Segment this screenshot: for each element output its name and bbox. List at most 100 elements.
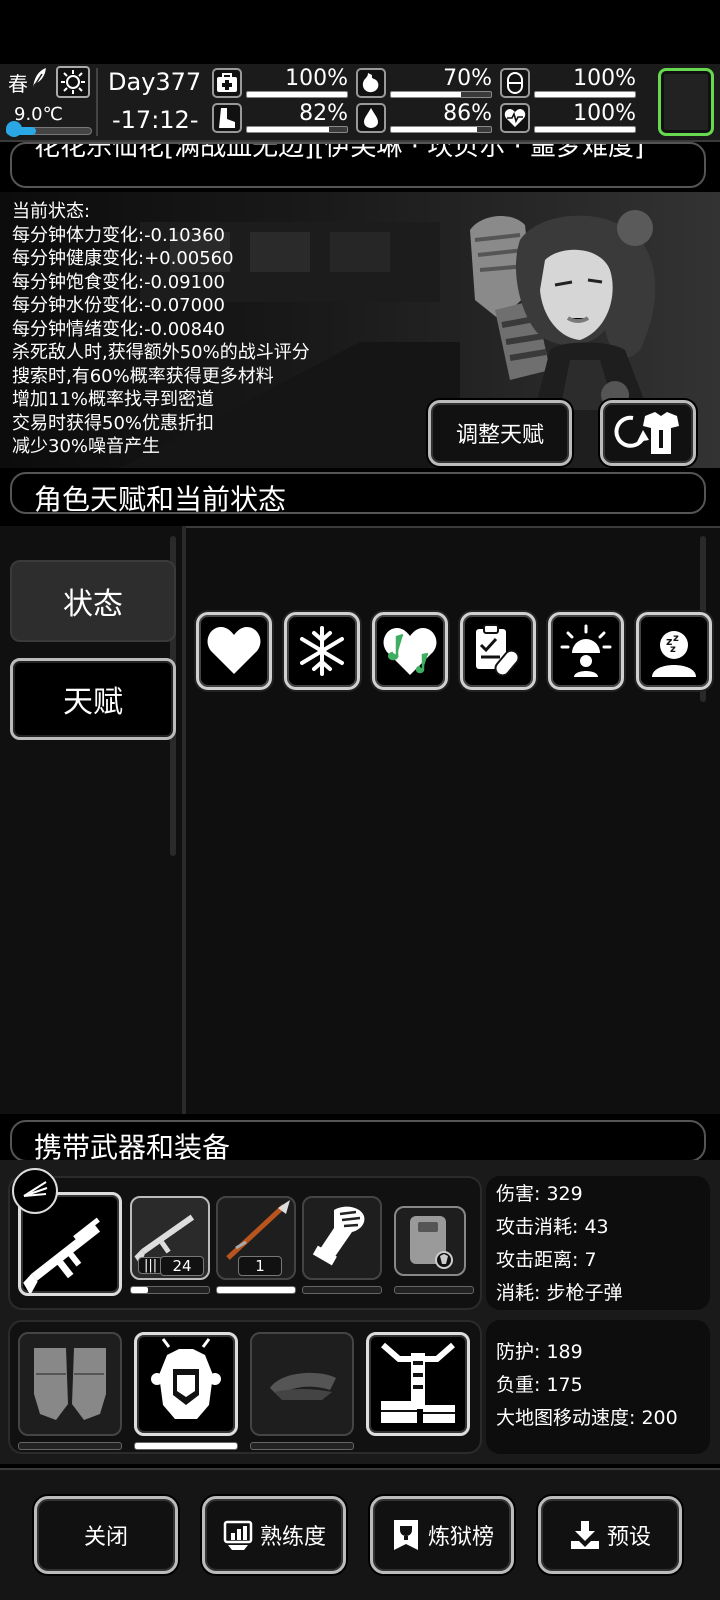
backpack-slot[interactable] [366,1332,470,1436]
gloves-durability-bar [18,1442,122,1450]
status-line: 每分钟健康变化:+0.00560 [12,248,234,269]
snowflake-icon [300,626,344,676]
music-heart-icon [383,628,437,675]
damage-stat: 伤害: 329 [496,1183,583,1205]
talent-section-header: 角色天赋和当前状态 [10,472,706,516]
armor-vest-icon [151,1338,221,1419]
character-name-banner: 花花乐仙花[满战血无边][伊芙琳 · 坎贝尔 · 噩梦难度] [10,142,706,188]
medical-stat[interactable]: 100% [212,66,348,100]
leaf-icon [32,68,46,89]
visor-cap-icon [270,1372,336,1400]
medicine-icon [476,624,520,677]
tab-talent[interactable]: 天赋 [10,658,176,740]
proficiency-button[interactable]: 熟练度 [202,1496,346,1574]
proficiency-icon [223,1520,253,1550]
hunger-stat[interactable]: 70% [356,66,492,100]
ranking-button[interactable]: 炼狱榜 [370,1496,514,1574]
temperature-indicator [6,121,22,137]
spread-icon [23,1181,48,1197]
attack-cost-stat: 攻击消耗: 43 [496,1216,609,1238]
rifle-icon [134,1214,195,1262]
status-line: 增加11%概率找寻到密道 [12,389,215,410]
alarm-icon [560,624,612,677]
status-line: 每分钟饱食变化:-0.09100 [12,271,225,293]
pill-icon [500,68,530,98]
mood-value: 100% [573,66,636,91]
tab-status[interactable]: 状态 [10,560,176,642]
durability-fill [131,1287,149,1293]
status-line: 交易时获得50%优惠折扣 [12,412,215,434]
status-line: 杀死敌人时,获得额外50%的战斗评分 [12,342,310,363]
status-mood[interactable] [372,612,448,690]
map-speed-stat: 大地图移动速度: 200 [496,1407,678,1429]
quick-slot-button[interactable] [658,68,714,136]
hunger-bar [390,91,492,98]
fist-icon [312,1206,365,1266]
close-button[interactable]: 关闭 [34,1496,178,1574]
ranking-label: 炼狱榜 [427,1525,494,1550]
heart-icon [207,627,261,674]
riot-shield-icon [410,1216,453,1269]
medical-value: 100% [285,66,348,91]
weather-sun-icon[interactable] [56,66,90,98]
equipment-section-header: 携带武器和装备 [10,1120,706,1164]
water-drop-icon [356,103,386,133]
mood-stat[interactable]: 100% [500,66,636,100]
season-label: 春 [8,72,28,96]
character-name: 花花乐仙花[满战血无边][伊芙琳 · 坎贝尔 · 噩梦难度] [34,142,645,162]
weapon-slot-rifle[interactable]: ||| 24 [130,1196,210,1280]
status-alert[interactable] [548,612,624,690]
shield-slot[interactable] [394,1206,466,1276]
preset-button[interactable]: 预设 [538,1496,682,1574]
body-armor-slot[interactable] [134,1332,238,1436]
boot-icon [212,103,242,133]
sleep-icon: z z z [652,631,696,677]
status-line: 每分钟水份变化:-0.07000 [12,295,225,316]
talent-section-title: 角色天赋和当前状态 [34,483,287,516]
game-clock: -17:12- [112,106,199,134]
mood-bar [534,91,636,98]
water-stat[interactable]: 86% [356,101,492,135]
weapon-slot-spear[interactable]: 1 [216,1196,296,1280]
spear-count: 1 [238,1256,282,1276]
health-stat[interactable]: 100% [500,101,636,135]
stamina-stat[interactable]: 82% [212,101,348,135]
preset-download-icon [570,1521,599,1549]
outfit-swap-icon [614,412,679,454]
change-outfit-button[interactable] [600,400,696,466]
close-label: 关闭 [83,1525,128,1550]
temperature-text: 9.0℃ [14,104,63,125]
status-line: 每分钟体力变化:-0.10360 [12,224,225,246]
status-cold[interactable] [284,612,360,690]
status-line: 搜索时,有60%概率获得更多材料 [12,365,274,387]
gloves-slot[interactable] [18,1332,122,1436]
preset-label: 预设 [606,1525,651,1550]
adjust-talent-button[interactable]: 调整天赋 [428,400,572,466]
svg-text:z: z [670,644,676,655]
medkit-icon [212,68,242,98]
spear-icon [226,1200,290,1260]
status-medicine[interactable] [460,612,536,690]
armor-stats-panel: 防护: 189 负重: 175 大地图移动速度: 200 [486,1320,710,1454]
medical-bar [246,91,348,98]
day-counter: Day377 [108,68,202,96]
weapon-durability-bar [302,1286,382,1294]
headwear-slot[interactable] [250,1332,354,1436]
heart-pulse-icon [500,103,530,133]
status-sleep[interactable]: z z z [636,612,712,690]
proficiency-label: 熟练度 [259,1525,326,1550]
weapon-durability-bar [130,1286,210,1294]
status-line: 每分钟情绪变化:-0.00840 [12,318,225,340]
status-heart[interactable] [196,612,272,690]
stamina-value: 82% [299,101,348,126]
exoskeleton-icon [381,1342,455,1423]
weapon-durability-bar [216,1286,296,1294]
health-bar [534,126,636,133]
weapon-slot-fist[interactable] [302,1196,382,1280]
gloves-icon [34,1348,106,1420]
fire-mode-button[interactable] [12,1168,58,1214]
ammo-count: 24 [160,1256,204,1276]
health-value: 100% [573,101,636,126]
armor-durability-bar [134,1442,238,1450]
load-stat: 负重: 175 [496,1374,583,1396]
